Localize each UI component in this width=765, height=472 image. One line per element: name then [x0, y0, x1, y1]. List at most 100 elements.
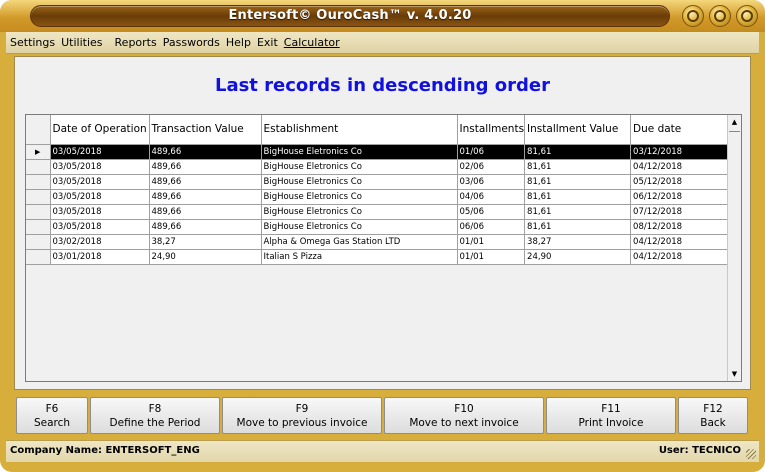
- cell-installment-value[interactable]: 81,61: [524, 143, 632, 160]
- row-header[interactable]: [26, 158, 51, 175]
- table-row[interactable]: 03/05/2018 489,66 BigHouse Eletronics Co…: [26, 218, 733, 235]
- cell-installments[interactable]: 01/01: [456, 248, 526, 265]
- close-icon: [741, 10, 753, 22]
- cell-date-of-operation[interactable]: 03/05/2018: [49, 143, 150, 160]
- cell-transaction-value[interactable]: 489,66: [148, 158, 262, 175]
- cell-establishment[interactable]: BigHouse Eletronics Co: [260, 158, 458, 175]
- row-header[interactable]: [26, 203, 51, 220]
- minimize-button[interactable]: [682, 5, 704, 27]
- vertical-scrollbar[interactable]: ▲ ▼: [727, 115, 741, 381]
- cell-installments[interactable]: 01/06: [456, 143, 526, 160]
- cell-establishment[interactable]: BigHouse Eletronics Co: [260, 203, 458, 220]
- table-row[interactable]: 03/05/2018 489,66 BigHouse Eletronics Co…: [26, 203, 733, 220]
- cell-installments[interactable]: 05/06: [456, 203, 526, 220]
- table-row[interactable]: 03/05/2018 489,66 BigHouse Eletronics Co…: [26, 188, 733, 205]
- cell-due-date[interactable]: 04/12/2018: [630, 158, 733, 175]
- cell-installments[interactable]: 03/06: [456, 173, 526, 190]
- cell-installments[interactable]: 06/06: [456, 218, 526, 235]
- cell-establishment[interactable]: Alpha & Omega Gas Station LTD: [260, 233, 458, 250]
- row-header[interactable]: ▶: [26, 143, 51, 160]
- cell-installments[interactable]: 04/06: [456, 188, 526, 205]
- cell-due-date[interactable]: 04/12/2018: [630, 233, 733, 250]
- cell-due-date[interactable]: 06/12/2018: [630, 188, 733, 205]
- maximize-button[interactable]: [709, 5, 731, 27]
- cell-transaction-value[interactable]: 24,90: [148, 248, 262, 265]
- column-header-establishment[interactable]: Establishment: [260, 115, 458, 145]
- menu-reports[interactable]: Reports: [115, 36, 157, 49]
- cell-installment-value[interactable]: 38,27: [524, 233, 632, 250]
- cell-installment-value[interactable]: 81,61: [524, 158, 632, 175]
- menu-bar: Settings Utilities Reports Passwords Hel…: [6, 32, 759, 54]
- previous-invoice-button[interactable]: F9 Move to previous invoice: [222, 397, 382, 434]
- table-row[interactable]: 03/05/2018 489,66 BigHouse Eletronics Co…: [26, 173, 733, 190]
- scroll-thumb[interactable]: [729, 131, 740, 139]
- cell-transaction-value[interactable]: 38,27: [148, 233, 262, 250]
- cell-date-of-operation[interactable]: 03/01/2018: [49, 248, 150, 265]
- next-invoice-button[interactable]: F10 Move to next invoice: [384, 397, 544, 434]
- table-row[interactable]: 03/02/2018 38,27 Alpha & Omega Gas Stati…: [26, 233, 733, 250]
- cell-date-of-operation[interactable]: 03/05/2018: [49, 218, 150, 235]
- table-row[interactable]: 03/05/2018 489,66 BigHouse Eletronics Co…: [26, 158, 733, 175]
- cell-establishment[interactable]: BigHouse Eletronics Co: [260, 143, 458, 160]
- column-header-date-of-operation[interactable]: Date of Operation: [49, 115, 150, 145]
- row-header[interactable]: [26, 173, 51, 190]
- scroll-up-button[interactable]: ▲: [728, 115, 741, 129]
- row-header[interactable]: [26, 248, 51, 265]
- records-grid[interactable]: Date of Operation Transaction Value Esta…: [25, 114, 742, 382]
- print-invoice-key: F11: [601, 403, 621, 415]
- search-button[interactable]: F6 Search: [16, 397, 88, 434]
- search-key: F6: [45, 403, 59, 415]
- cell-date-of-operation[interactable]: 03/05/2018: [49, 188, 150, 205]
- cell-installment-value[interactable]: 81,61: [524, 218, 632, 235]
- back-button[interactable]: F12 Back: [678, 397, 748, 434]
- cell-date-of-operation[interactable]: 03/05/2018: [49, 158, 150, 175]
- cell-transaction-value[interactable]: 489,66: [148, 203, 262, 220]
- cell-due-date[interactable]: 08/12/2018: [630, 218, 733, 235]
- menu-utilities[interactable]: Utilities: [61, 36, 102, 49]
- menu-passwords[interactable]: Passwords: [163, 36, 220, 49]
- cell-transaction-value[interactable]: 489,66: [148, 188, 262, 205]
- window-title: Entersoft© OuroCash™ v. 4.0.20: [228, 8, 472, 23]
- cell-date-of-operation[interactable]: 03/05/2018: [49, 173, 150, 190]
- menu-exit[interactable]: Exit: [257, 36, 278, 49]
- cell-establishment[interactable]: BigHouse Eletronics Co: [260, 173, 458, 190]
- cell-date-of-operation[interactable]: 03/05/2018: [49, 203, 150, 220]
- menu-calculator[interactable]: Calculator: [284, 36, 340, 49]
- cell-installment-value[interactable]: 81,61: [524, 173, 632, 190]
- column-header-due-date[interactable]: Due date: [630, 115, 733, 145]
- cell-establishment[interactable]: Italian S Pizza: [260, 248, 458, 265]
- cell-transaction-value[interactable]: 489,66: [148, 173, 262, 190]
- row-header[interactable]: [26, 233, 51, 250]
- column-header-installment-value[interactable]: Installment Value: [524, 115, 632, 145]
- cell-due-date[interactable]: 05/12/2018: [630, 173, 733, 190]
- menu-help[interactable]: Help: [226, 36, 251, 49]
- print-invoice-button[interactable]: F11 Print Invoice: [546, 397, 676, 434]
- cell-installment-value[interactable]: 24,90: [524, 248, 632, 265]
- cell-establishment[interactable]: BigHouse Eletronics Co: [260, 218, 458, 235]
- resize-grip-icon[interactable]: [746, 449, 756, 459]
- scroll-down-button[interactable]: ▼: [728, 367, 741, 381]
- column-header-installments[interactable]: Installments: [456, 115, 526, 145]
- column-header-transaction-value[interactable]: Transaction Value: [148, 115, 262, 145]
- cell-transaction-value[interactable]: 489,66: [148, 143, 262, 160]
- close-button[interactable]: [736, 5, 758, 27]
- cell-transaction-value[interactable]: 489,66: [148, 218, 262, 235]
- cell-due-date[interactable]: 07/12/2018: [630, 203, 733, 220]
- cell-installment-value[interactable]: 81,61: [524, 203, 632, 220]
- table-row[interactable]: ▶ 03/05/2018 489,66 BigHouse Eletronics …: [26, 143, 733, 160]
- cell-due-date[interactable]: 03/12/2018: [630, 143, 733, 160]
- row-header[interactable]: [26, 188, 51, 205]
- cell-installment-value[interactable]: 81,61: [524, 188, 632, 205]
- cell-establishment[interactable]: BigHouse Eletronics Co: [260, 188, 458, 205]
- table-row[interactable]: 03/01/2018 24,90 Italian S Pizza 01/01 2…: [26, 248, 733, 265]
- title-bar[interactable]: Entersoft© OuroCash™ v. 4.0.20: [0, 0, 765, 32]
- cell-installments[interactable]: 02/06: [456, 158, 526, 175]
- print-invoice-label: Print Invoice: [578, 417, 644, 429]
- cell-due-date[interactable]: 04/12/2018: [630, 248, 733, 265]
- maximize-icon: [714, 10, 726, 22]
- define-period-button[interactable]: F8 Define the Period: [90, 397, 220, 434]
- cell-date-of-operation[interactable]: 03/02/2018: [49, 233, 150, 250]
- cell-installments[interactable]: 01/01: [456, 233, 526, 250]
- row-header[interactable]: [26, 218, 51, 235]
- menu-settings[interactable]: Settings: [10, 36, 55, 49]
